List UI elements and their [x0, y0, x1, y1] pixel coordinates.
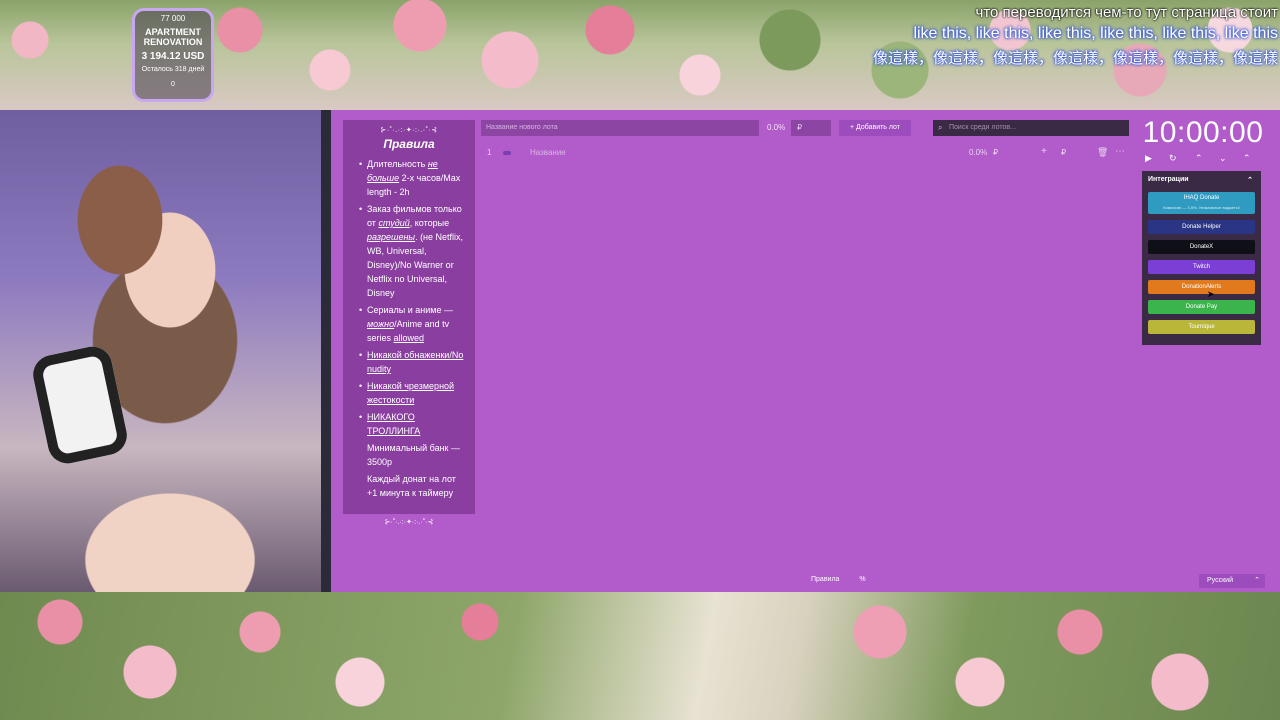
- donation-goal-widget: 77 000 APARTMENT RENOVATION 3 194.12 USD…: [132, 8, 214, 102]
- subtitle-line-chinese: 像這樣，像這樣，像這樣，像這樣，像這樣，像這樣，像這樣: [872, 50, 1278, 67]
- integration-donate-helper[interactable]: Donate Helper: [1148, 220, 1255, 234]
- goal-remaining: Осталось 318 дней: [141, 66, 205, 73]
- rule-item: Сериалы и аниме — можно/Anime and tv ser…: [359, 303, 467, 345]
- chevron-up-icon[interactable]: ⌃: [1247, 176, 1253, 184]
- rule-item: Минимальный банк — 3500р: [367, 443, 460, 467]
- new-lot-name-input[interactable]: Название нового лота: [481, 120, 759, 136]
- lot-currency: ₽: [993, 148, 999, 157]
- rule-item: Никакой чрезмерной жестокости: [359, 379, 467, 407]
- percent-icon[interactable]: %: [859, 576, 865, 583]
- integration-donatex[interactable]: DonateX: [1148, 240, 1255, 254]
- rules-title: Правила: [383, 137, 435, 151]
- background-garden-path: [0, 592, 1280, 720]
- goal-top-value: 77 000: [160, 14, 186, 23]
- new-lot-percent: 0.0%: [767, 123, 786, 132]
- mouse-cursor: ➤: [1207, 289, 1215, 299]
- lot-row[interactable]: 1 Название 0.0% ₽ + ₽ 🗑 ⋯: [481, 146, 1131, 160]
- subtitle-line-russian: что переводится чем-то тут страница стои…: [975, 4, 1278, 21]
- integration-twitch[interactable]: Twitch: [1148, 260, 1255, 274]
- play-icon[interactable]: ▶: [1145, 153, 1152, 164]
- language-select[interactable]: Русский ⌃: [1199, 574, 1265, 588]
- integrations-panel: Интеграции ⌃ IHAQ Donate Комиссия — 3,5%…: [1142, 171, 1261, 345]
- integration-tournique[interactable]: Tournique: [1148, 320, 1255, 334]
- lot-percent: 0.0%: [969, 148, 988, 157]
- rule-item: Длительность не больше 2-х часов/Max len…: [359, 157, 467, 199]
- rules-deco-bottom: ⊱·˚·.·:·✦·:·.·˚·⊰: [384, 519, 434, 526]
- integrations-header[interactable]: Интеграции ⌃: [1148, 176, 1255, 188]
- add-amount-icon[interactable]: +: [1041, 146, 1047, 157]
- lot-search-input[interactable]: ⌕ Поиск среди лотов...: [933, 120, 1129, 136]
- lot-name-field[interactable]: Название: [530, 148, 566, 157]
- integration-ihaq-donate[interactable]: IHAQ Donate Комиссия — 3,5%. Уникальные …: [1148, 192, 1255, 214]
- goal-bottom-value: 0: [171, 81, 175, 88]
- rule-item: Каждый донат на лот +1 минута к таймеру: [367, 474, 456, 498]
- webcam-feed: [0, 110, 331, 592]
- lot-amount-field[interactable]: ₽: [1061, 148, 1066, 157]
- chevron-updown-icon: ⌃: [1254, 577, 1260, 584]
- rules-toggle-button[interactable]: Правила: [811, 576, 839, 583]
- search-icon: ⌕: [938, 123, 943, 132]
- subtitles-overlay: что переводится чем-то тут страница стои…: [873, 4, 1278, 68]
- goal-amount: 3 194.12 USD: [141, 51, 205, 62]
- reset-icon[interactable]: ↻: [1169, 153, 1177, 164]
- webcam-edge: [321, 110, 331, 592]
- search-placeholder: Поиск среди лотов...: [949, 124, 1016, 131]
- more-options-icon[interactable]: ⋯: [1115, 146, 1125, 157]
- rule-item: Заказ фильмов только от студий, которые …: [359, 202, 467, 300]
- add-lot-button[interactable]: + Добавить лот: [839, 120, 911, 136]
- auction-timer: 10:00:00: [1142, 116, 1264, 149]
- bottom-toolbar: Правила %: [811, 576, 866, 583]
- rules-list: Длительность не больше 2-х часов/Max len…: [351, 157, 467, 500]
- subtitle-line-english: like this, like this, like this, like th…: [913, 25, 1278, 42]
- new-lot-amount-input[interactable]: ₽: [791, 120, 831, 136]
- integration-donationalerts[interactable]: DonationAlerts: [1148, 280, 1255, 294]
- timer-controls: ▶ ↻ ⌃ ⌄ ⌃: [1145, 153, 1263, 167]
- rules-panel: ⊱·˚·.·:·✦·:·.·˚·⊰ Правила Длительность н…: [343, 120, 475, 526]
- chevron-up-icon[interactable]: ⌃: [1195, 153, 1203, 164]
- drag-handle-icon[interactable]: [503, 151, 511, 155]
- double-chevron-up-icon[interactable]: ⌃: [1243, 153, 1251, 164]
- integrations-title: Интеграции: [1148, 176, 1189, 183]
- chevron-down-icon[interactable]: ⌄: [1219, 153, 1227, 164]
- language-value: Русский: [1207, 577, 1233, 584]
- microphone: [29, 342, 131, 468]
- goal-name: APARTMENT RENOVATION: [143, 27, 203, 47]
- trash-icon[interactable]: 🗑: [1097, 147, 1108, 158]
- rule-item: НИКАКОГО ТРОЛЛИНГА: [359, 410, 467, 438]
- rule-item: Никакой обнаженки/No nudity: [359, 348, 467, 376]
- lot-number: 1: [487, 148, 492, 157]
- integration-donate-pay[interactable]: Donate Pay: [1148, 300, 1255, 314]
- auction-app: ⊱·˚·.·:·✦·:·.·˚·⊰ Правила Длительность н…: [331, 110, 1280, 592]
- rules-deco-top: ⊱·˚·.·:·✦·:·.·˚·⊰: [380, 127, 438, 134]
